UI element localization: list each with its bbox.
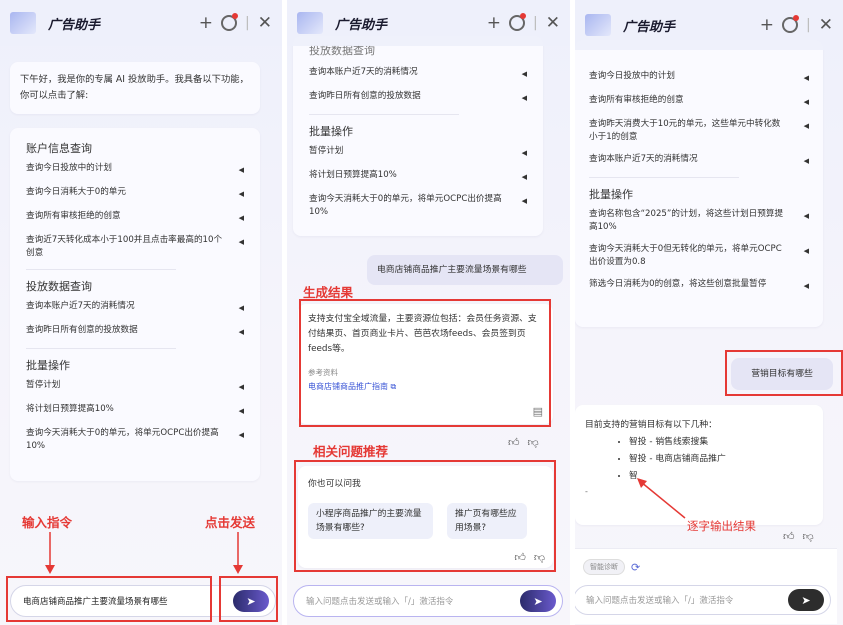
answer-text: 支持支付宝全域流量，主要资源位包括：会员任务资源、支付结果页、首页商业卡片、芭芭… [308,314,537,354]
suggest-question[interactable]: 小程序商品推广的主要流量场景有哪些? [308,503,433,539]
answer-card: 支持支付宝全域流量，主要资源位包括：会员任务资源、支付结果页、首页商业卡片、芭芭… [298,304,553,424]
assistant-panel-initial: 广告助手 + | ✕ 下午好，我是你的专属 AI 投放助手。我具备以下功能，你可… [0,0,282,625]
capability-card: 投放数据查询 查询本账户近7天的消耗情况 ◀ 查询昨日所有创意的投放数据 ◀ 批量操… [293,36,543,236]
reference-label: 参考资料 [308,368,338,377]
suggest-question[interactable]: 推广页有哪些应用场景? [447,503,527,539]
new-chat-icon[interactable]: + [487,13,501,33]
feedback-bar: 👍︎ 👎︎ [508,436,539,449]
assistant-panel-answer: 广告助手 + | ✕ 投放数据查询 查询本账户近7天的消耗情况 ◀ 查询昨日所有创… [287,0,570,625]
copy-icon[interactable]: ▤ [533,405,543,418]
thumbs-down-icon[interactable]: 👎︎ [534,551,545,564]
assistant-panel-streaming: 广告助手 + | ✕ 查询今日投放中的计划 ◀ 查询所有审核拒绝的创意 ◀ 查询昨天… [575,0,843,625]
external-link-icon: ⧉ [390,382,397,391]
header: 广告助手 + | ✕ [287,0,570,46]
ask-label: 你也可以问我 [308,479,361,489]
suggest-item[interactable]: 查询今天消耗大于0的单元，将单元OCPC出价提高10% ◀ [309,193,527,219]
close-icon[interactable]: ✕ [546,13,560,33]
divider: | [533,15,538,31]
app-logo [297,12,323,34]
send-button[interactable]: ➤ [520,590,556,612]
related-card: 你也可以问我 小程序商品推广的主要流量场景有哪些? 推广页有哪些应用场景? 👍︎… [298,466,553,568]
app-title: 广告助手 [335,17,388,33]
feedback-bar: 👍︎ 👎︎ [514,551,545,564]
annotation-result: 生成结果 [303,285,354,300]
annotation-related: 相关问题推荐 [313,444,389,459]
thumbs-up-icon[interactable]: 👍︎ [508,436,520,449]
send-arrow-icon: ◀ [521,70,527,78]
divider [309,114,459,115]
annotation-arrows [45,532,243,574]
suggest-item[interactable]: 暂停计划 ◀ [309,145,527,160]
send-arrow-icon: ◀ [521,197,527,205]
chat-input[interactable]: 输入问题点击发送或输入「/」激活指令 ➤ [293,585,563,617]
send-arrow-icon: ◀ [521,149,527,157]
suggest-item[interactable]: 将计划日预算提高10% ◀ [309,169,527,184]
thumbs-down-icon[interactable]: 👎︎ [528,436,539,449]
history-icon[interactable] [509,13,527,31]
annotation-stream: 逐字输出结果 [687,519,756,533]
send-arrow-icon: ◀ [521,94,527,102]
suggest-item[interactable]: 查询本账户近7天的消耗情况 ◀ [309,66,527,81]
user-message: 电商店铺商品推广主要流量场景有哪些 [367,255,563,285]
input-placeholder[interactable]: 输入问题点击发送或输入「/」激活指令 [306,595,520,607]
suggest-item[interactable]: 查询昨日所有创意的投放数据 ◀ [309,90,527,105]
thumbs-up-icon[interactable]: 👍︎ [514,551,526,564]
send-arrow-icon: ◀ [521,173,527,181]
reference-link[interactable]: 电商店铺商品推广指南 ⧉ [308,381,543,392]
section-title-batch: 批量操作 [309,125,353,138]
